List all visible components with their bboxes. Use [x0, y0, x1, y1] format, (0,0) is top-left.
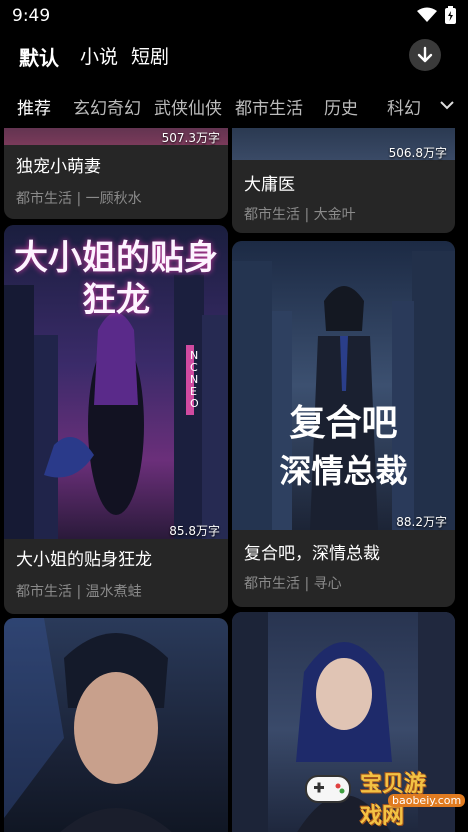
category-wuxia[interactable]: 武侠仙侠 [154, 94, 222, 119]
book-card[interactable]: 506.8万字 大庸医 都市生活 | 大金叶 [232, 128, 455, 233]
word-count: 507.3万字 [161, 131, 220, 145]
cover-title-text: 大小姐的贴身狂龙 [14, 238, 218, 320]
book-card[interactable] [4, 618, 228, 832]
word-count: 85.8万字 [169, 524, 220, 538]
book-title: 复合吧，深情总裁 [244, 544, 380, 564]
male-portrait-image [4, 618, 172, 832]
category-bar: 推荐 玄幻奇幻 武侠仙侠 都市生活 历史 科幻 [0, 88, 468, 124]
category-history[interactable]: 历史 [324, 94, 358, 119]
book-card[interactable]: 复合吧 深情总裁 88.2万字 复合吧，深情总裁 都市生活 | 寻心 [232, 241, 455, 607]
book-card[interactable]: 507.3万字 独宠小萌妻 都市生活 | 一顾秋水 [4, 128, 228, 219]
cover-title-line-1: 复合吧 [289, 402, 398, 444]
book-cover: 复合吧 深情总裁 [232, 241, 455, 530]
book-meta: 都市生活 | 寻心 [244, 576, 342, 592]
book-title: 独宠小萌妻 [16, 157, 101, 177]
watermark-url: baobeiy.com [388, 794, 466, 807]
top-tabs: 默认 小说 短剧 [0, 36, 468, 76]
gamepad-icon [305, 775, 351, 803]
status-bar: 9:49 [0, 0, 468, 34]
watermark-logo: 宝贝游戏网 baobeiy.com [300, 760, 466, 829]
category-urban[interactable]: 都市生活 [235, 94, 303, 119]
tab-short-drama[interactable]: 短剧 [131, 42, 169, 69]
neon-sign-text: NCNEO [190, 349, 199, 410]
tab-default[interactable]: 默认 [19, 42, 59, 71]
download-button[interactable] [409, 39, 441, 71]
chevron-down-icon[interactable] [438, 96, 456, 114]
book-meta: 都市生活 | 大金叶 [244, 207, 356, 223]
book-cover [4, 618, 228, 832]
wifi-icon [417, 7, 437, 22]
status-icons [417, 6, 456, 24]
category-fantasy[interactable]: 玄幻奇幻 [73, 94, 141, 119]
category-recommend[interactable]: 推荐 [17, 94, 51, 119]
book-cover: 大小姐的贴身狂龙 NCNEO [4, 225, 228, 539]
book-title: 大小姐的贴身狂龙 [16, 550, 152, 570]
book-feed[interactable]: 507.3万字 独宠小萌妻 都市生活 | 一顾秋水 506.8万字 大庸医 都市… [0, 128, 468, 832]
book-title: 大庸医 [244, 175, 295, 195]
book-meta: 都市生活 | 一顾秋水 [16, 191, 142, 207]
battery-icon [445, 6, 456, 24]
arrow-down-icon [417, 46, 433, 63]
book-card[interactable]: 大小姐的贴身狂龙 NCNEO 85.8万字 大小姐的贴身狂龙 都市生活 | 温水… [4, 225, 228, 614]
book-meta: 都市生活 | 温水煮蛙 [16, 584, 142, 600]
category-scifi[interactable]: 科幻 [387, 94, 421, 119]
word-count: 506.8万字 [388, 146, 447, 160]
word-count: 88.2万字 [396, 515, 447, 529]
status-time: 9:49 [12, 6, 51, 26]
tab-novel[interactable]: 小说 [80, 42, 118, 69]
cover-title-line-2: 深情总裁 [279, 452, 408, 490]
